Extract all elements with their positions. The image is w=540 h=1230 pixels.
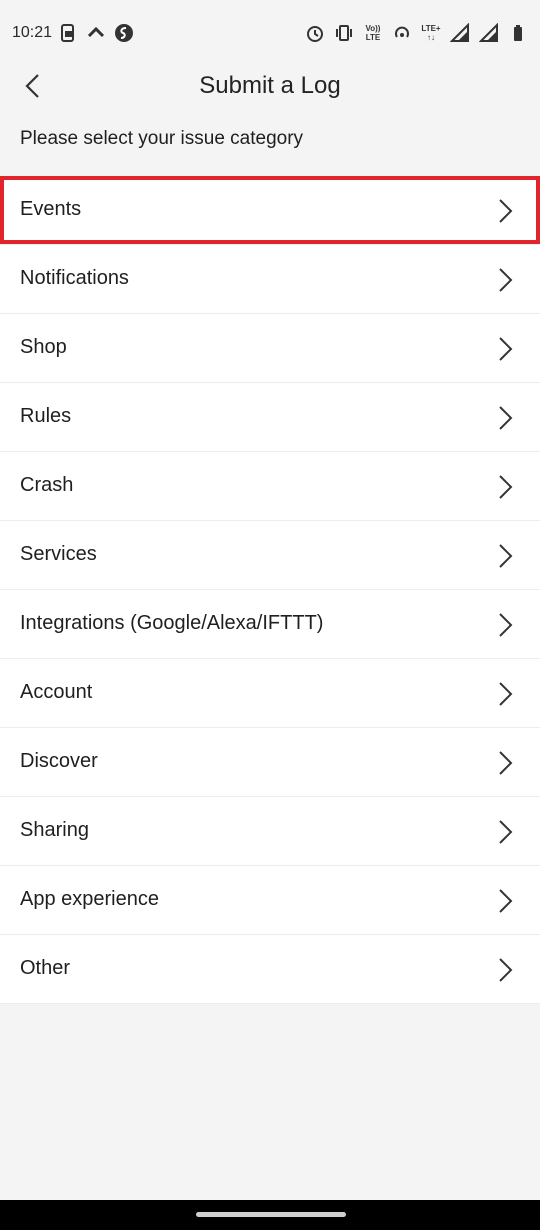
category-label: Events bbox=[20, 198, 82, 220]
chevron-right-icon bbox=[498, 819, 514, 845]
category-label: Rules bbox=[20, 405, 72, 427]
category-item-services[interactable]: Services bbox=[0, 521, 540, 590]
chevron-right-icon bbox=[498, 405, 514, 431]
category-item-crash[interactable]: Crash bbox=[0, 452, 540, 521]
status-time: 10:21 bbox=[12, 24, 53, 41]
home-gesture-handle[interactable] bbox=[196, 1212, 346, 1217]
category-prompt: Please select your issue category bbox=[20, 128, 304, 149]
category-item-events[interactable]: Events bbox=[0, 176, 540, 245]
screenshot-notification-icon bbox=[58, 22, 78, 44]
arrow-up-notification-icon bbox=[86, 22, 106, 44]
chevron-right-icon bbox=[498, 888, 514, 914]
category-item-rules[interactable]: Rules bbox=[0, 383, 540, 452]
category-label: Discover bbox=[20, 750, 98, 772]
category-label: Crash bbox=[20, 474, 74, 496]
battery-icon bbox=[508, 22, 528, 44]
page-title: Submit a Log bbox=[199, 72, 341, 99]
category-item-sharing[interactable]: Sharing bbox=[0, 797, 540, 866]
alarm-icon bbox=[305, 22, 325, 44]
category-label: Integrations (Google/Alexa/IFTTT) bbox=[20, 612, 324, 634]
vibrate-icon bbox=[334, 22, 354, 44]
chevron-right-icon bbox=[498, 957, 514, 983]
status-right-icons: Vo)) LTE LTE+ ↑↓ bbox=[305, 22, 528, 44]
category-label: Account bbox=[20, 681, 93, 703]
category-label: App experience bbox=[20, 888, 159, 910]
chevron-right-icon bbox=[498, 198, 514, 224]
category-item-other[interactable]: Other bbox=[0, 935, 540, 1004]
category-label: Services bbox=[20, 543, 97, 565]
lte-plus-icon: LTE+ ↑↓ bbox=[421, 24, 441, 42]
category-label: Notifications bbox=[20, 267, 129, 289]
chevron-right-icon bbox=[498, 681, 514, 707]
status-bar: 10:21 Vo)) LTE LTE+ ↑↓ bbox=[0, 0, 540, 66]
app-header: Submit a Log bbox=[0, 66, 540, 122]
volte-icon: Vo)) LTE bbox=[365, 24, 381, 42]
category-label: Shop bbox=[20, 336, 67, 358]
shazam-notification-icon bbox=[114, 22, 134, 44]
status-left-icons bbox=[58, 22, 134, 44]
category-item-discover[interactable]: Discover bbox=[0, 728, 540, 797]
chevron-right-icon bbox=[498, 543, 514, 569]
hotspot-icon bbox=[392, 22, 412, 44]
chevron-right-icon bbox=[498, 612, 514, 638]
signal-2-icon bbox=[479, 22, 499, 44]
chevron-right-icon bbox=[498, 474, 514, 500]
chevron-right-icon bbox=[498, 750, 514, 776]
chevron-right-icon bbox=[498, 336, 514, 362]
category-item-account[interactable]: Account bbox=[0, 659, 540, 728]
category-item-shop[interactable]: Shop bbox=[0, 314, 540, 383]
category-label: Sharing bbox=[20, 819, 89, 841]
category-item-integrations[interactable]: Integrations (Google/Alexa/IFTTT) bbox=[0, 590, 540, 659]
category-item-app-experience[interactable]: App experience bbox=[0, 866, 540, 935]
chevron-right-icon bbox=[498, 267, 514, 293]
category-item-notifications[interactable]: Notifications bbox=[0, 245, 540, 314]
category-label: Other bbox=[20, 957, 71, 979]
category-list: Events Notifications Shop Rules Crash Se… bbox=[0, 176, 540, 1004]
signal-1-icon bbox=[450, 22, 470, 44]
system-nav-bar bbox=[0, 1200, 540, 1230]
